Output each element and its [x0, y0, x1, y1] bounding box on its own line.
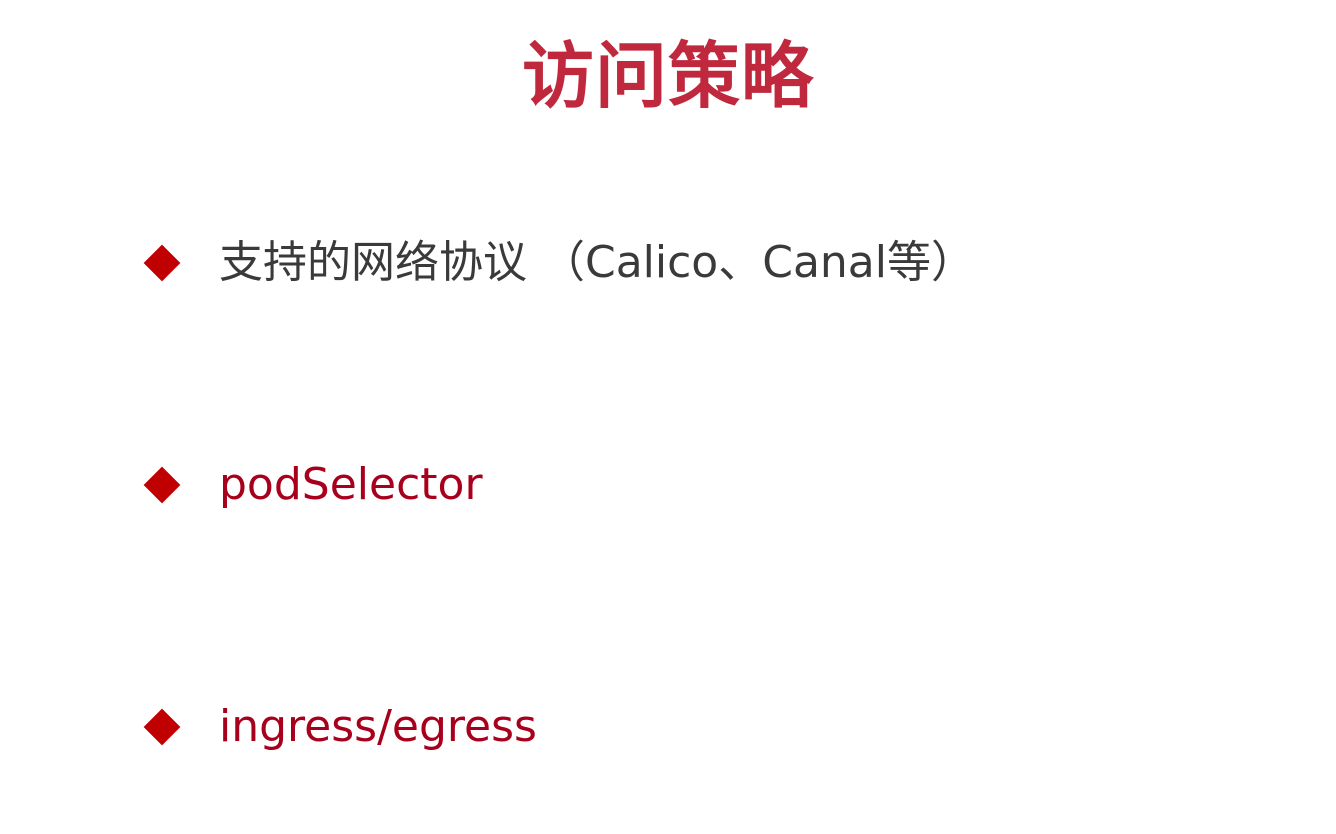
bullet-text: 支持的网络协议 （Calico、Canal等）: [219, 237, 975, 288]
slide: 访问策略 支持的网络协议 （Calico、Canal等） podSelector…: [0, 0, 1336, 834]
bullet-item-ingress-egress: ingress/egress: [140, 692, 537, 762]
diamond-bullet-icon: [143, 466, 181, 504]
bullet-text: podSelector: [219, 459, 483, 510]
bullet-text: ingress/egress: [219, 701, 537, 752]
diamond-bullet-icon: [143, 708, 181, 746]
slide-title: 访问策略: [521, 34, 814, 118]
diamond-bullet-icon: [143, 244, 181, 282]
bullet-item-pod-selector: podSelector: [140, 450, 483, 520]
bullet-item-network-protocols: 支持的网络协议 （Calico、Canal等）: [140, 228, 975, 298]
